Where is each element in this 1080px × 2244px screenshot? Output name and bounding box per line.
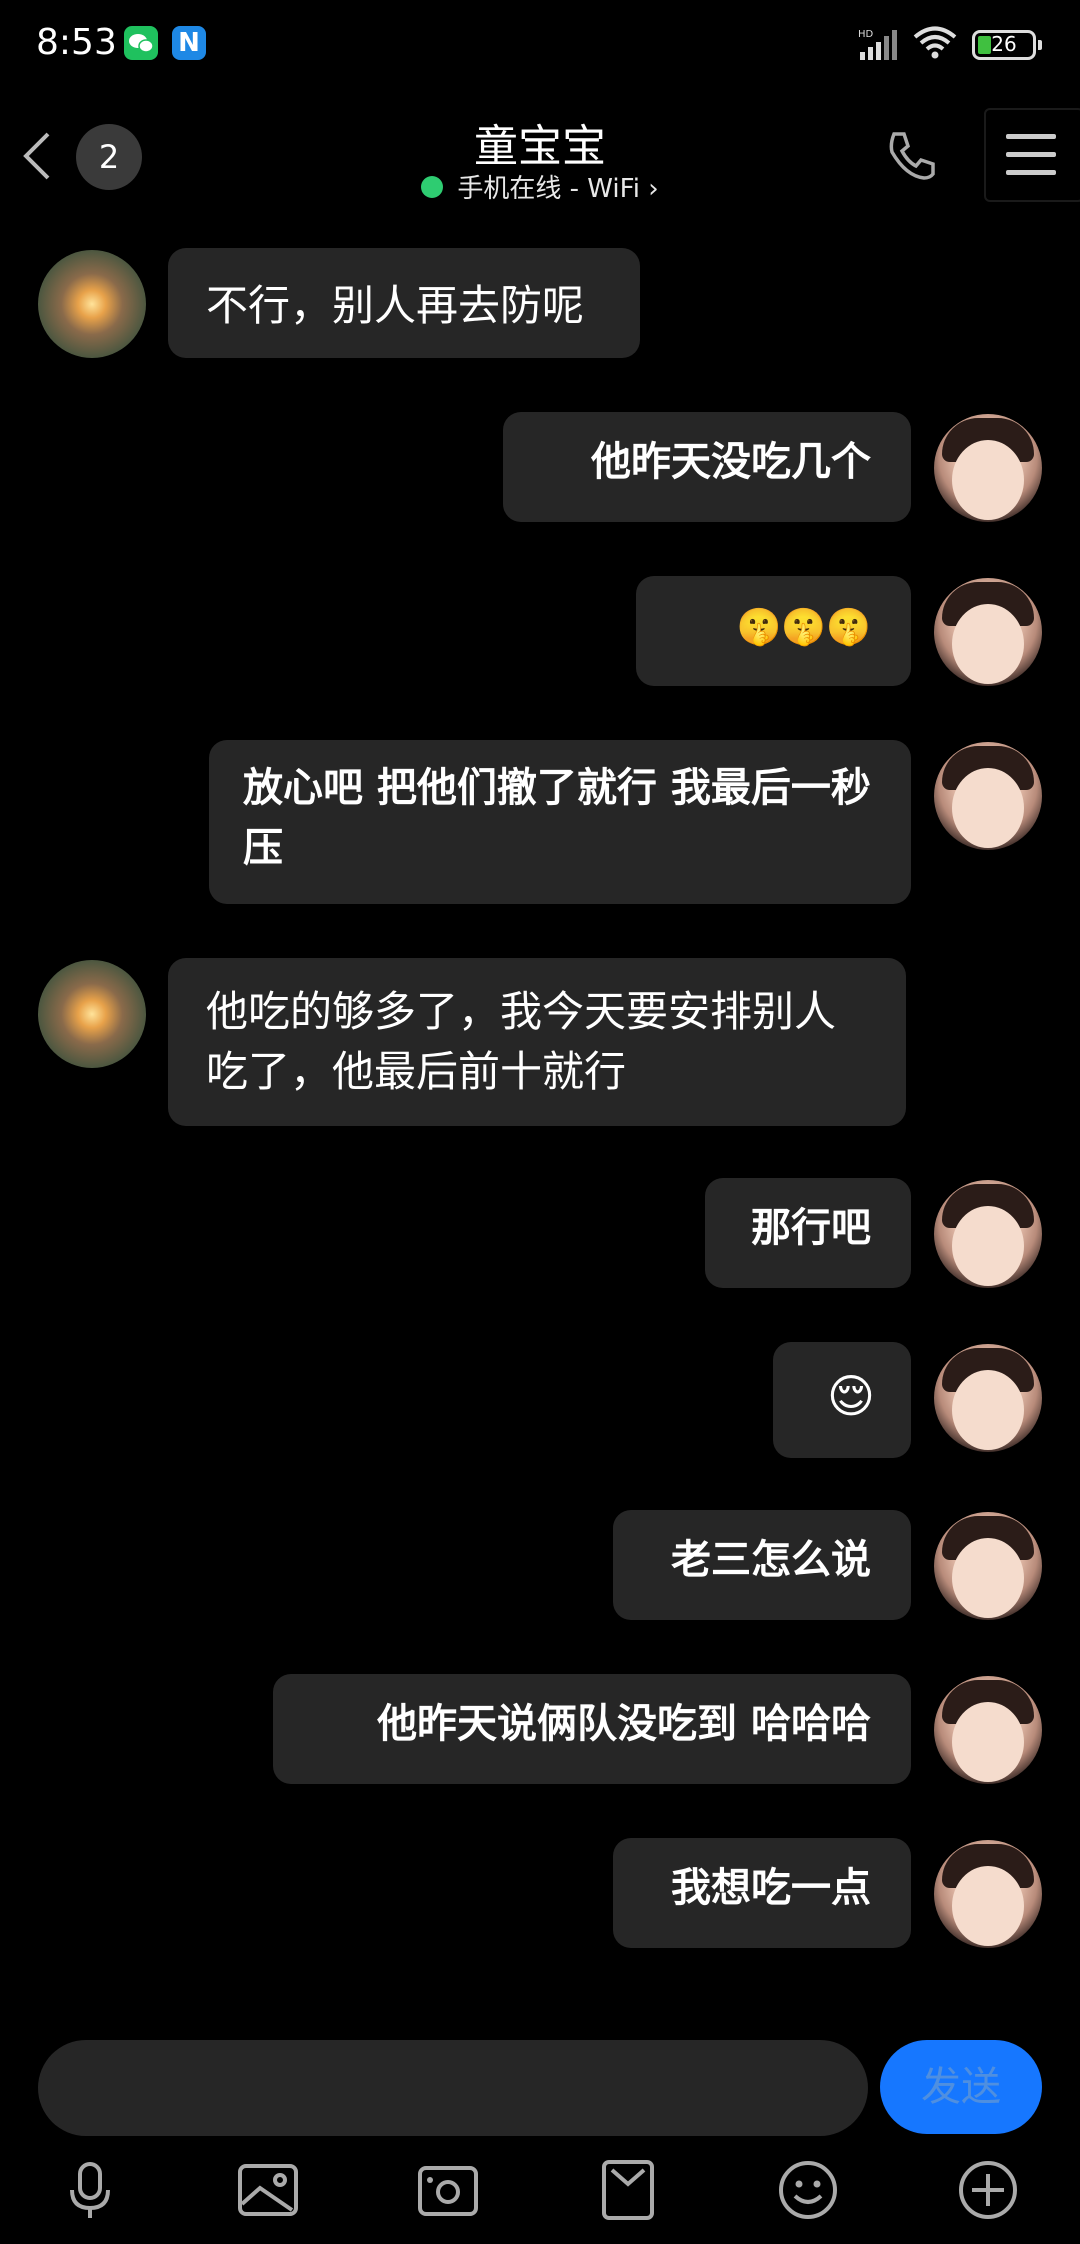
contact-avatar[interactable]	[38, 250, 146, 358]
message-text: 他昨天说俩队没吃到 哈哈哈	[377, 1700, 871, 1747]
message-text: 老三怎么说	[671, 1536, 871, 1583]
message-input[interactable]	[38, 2040, 868, 2136]
svg-text:HD: HD	[858, 29, 874, 40]
message-text: 那行吧	[751, 1204, 871, 1251]
message-text: 放心吧 把他们撤了就行 我最后一秒压	[243, 764, 871, 871]
app-notification-icon: N	[172, 26, 206, 60]
my-avatar[interactable]	[934, 1840, 1042, 1948]
contact-avatar[interactable]	[38, 960, 146, 1068]
my-avatar[interactable]	[934, 1676, 1042, 1784]
camera-icon[interactable]	[416, 2158, 480, 2222]
folder-icon[interactable]	[596, 2158, 660, 2222]
message-bubble-outgoing[interactable]: 🤫🤫🤫	[636, 576, 911, 686]
phone-call-icon[interactable]	[884, 128, 938, 182]
battery-level: 26	[991, 32, 1017, 56]
message-bubble-outgoing[interactable]: 老三怎么说	[613, 1510, 911, 1620]
battery-icon: 26	[972, 30, 1042, 60]
my-avatar[interactable]	[934, 1180, 1042, 1288]
chevron-right-icon: ›	[639, 174, 659, 204]
message-text: 🤫🤫🤫	[736, 607, 871, 648]
wifi-icon	[913, 26, 957, 59]
image-icon[interactable]	[236, 2158, 300, 2222]
message-bubble-outgoing[interactable]: 😌	[773, 1342, 911, 1458]
my-avatar[interactable]	[934, 1344, 1042, 1452]
my-avatar[interactable]	[934, 414, 1042, 522]
message-text: 我想吃一点	[671, 1864, 871, 1911]
message-bubble-outgoing[interactable]: 放心吧 把他们撤了就行 我最后一秒压	[209, 740, 911, 904]
message-bubble-outgoing[interactable]: 他昨天没吃几个	[503, 412, 911, 522]
my-avatar[interactable]	[934, 578, 1042, 686]
message-text: 他昨天没吃几个	[591, 438, 871, 485]
plus-icon[interactable]	[956, 2158, 1020, 2222]
signal-icon: HD	[858, 29, 897, 60]
status-time: 8:53	[36, 22, 117, 63]
microphone-icon[interactable]	[58, 2158, 122, 2222]
online-status-dot	[421, 175, 444, 198]
message-text: 他吃的够多了，我今天要安排别人吃了，他最后前十就行	[206, 987, 837, 1096]
message-bubble-outgoing[interactable]: 那行吧	[705, 1178, 911, 1288]
message-bubble-incoming[interactable]: 不行，别人再去防呢	[168, 248, 640, 358]
menu-icon[interactable]	[984, 108, 1080, 202]
contact-status-text: 手机在线 - WiFi	[457, 174, 640, 204]
message-bubble-outgoing[interactable]: 他昨天说俩队没吃到 哈哈哈	[273, 1674, 911, 1784]
my-avatar[interactable]	[934, 742, 1042, 850]
message-text: 不行，别人再去防呢	[206, 281, 585, 330]
message-text: 😌	[827, 1369, 875, 1423]
send-button[interactable]: 发送	[880, 2040, 1042, 2134]
emoji-icon[interactable]	[776, 2158, 840, 2222]
message-bubble-incoming[interactable]: 他吃的够多了，我今天要安排别人吃了，他最后前十就行	[168, 958, 906, 1126]
my-avatar[interactable]	[934, 1512, 1042, 1620]
status-bar: 8:53 N HD 26	[0, 0, 1080, 90]
wechat-notification-icon	[124, 26, 158, 60]
message-bubble-outgoing[interactable]: 我想吃一点	[613, 1838, 911, 1948]
